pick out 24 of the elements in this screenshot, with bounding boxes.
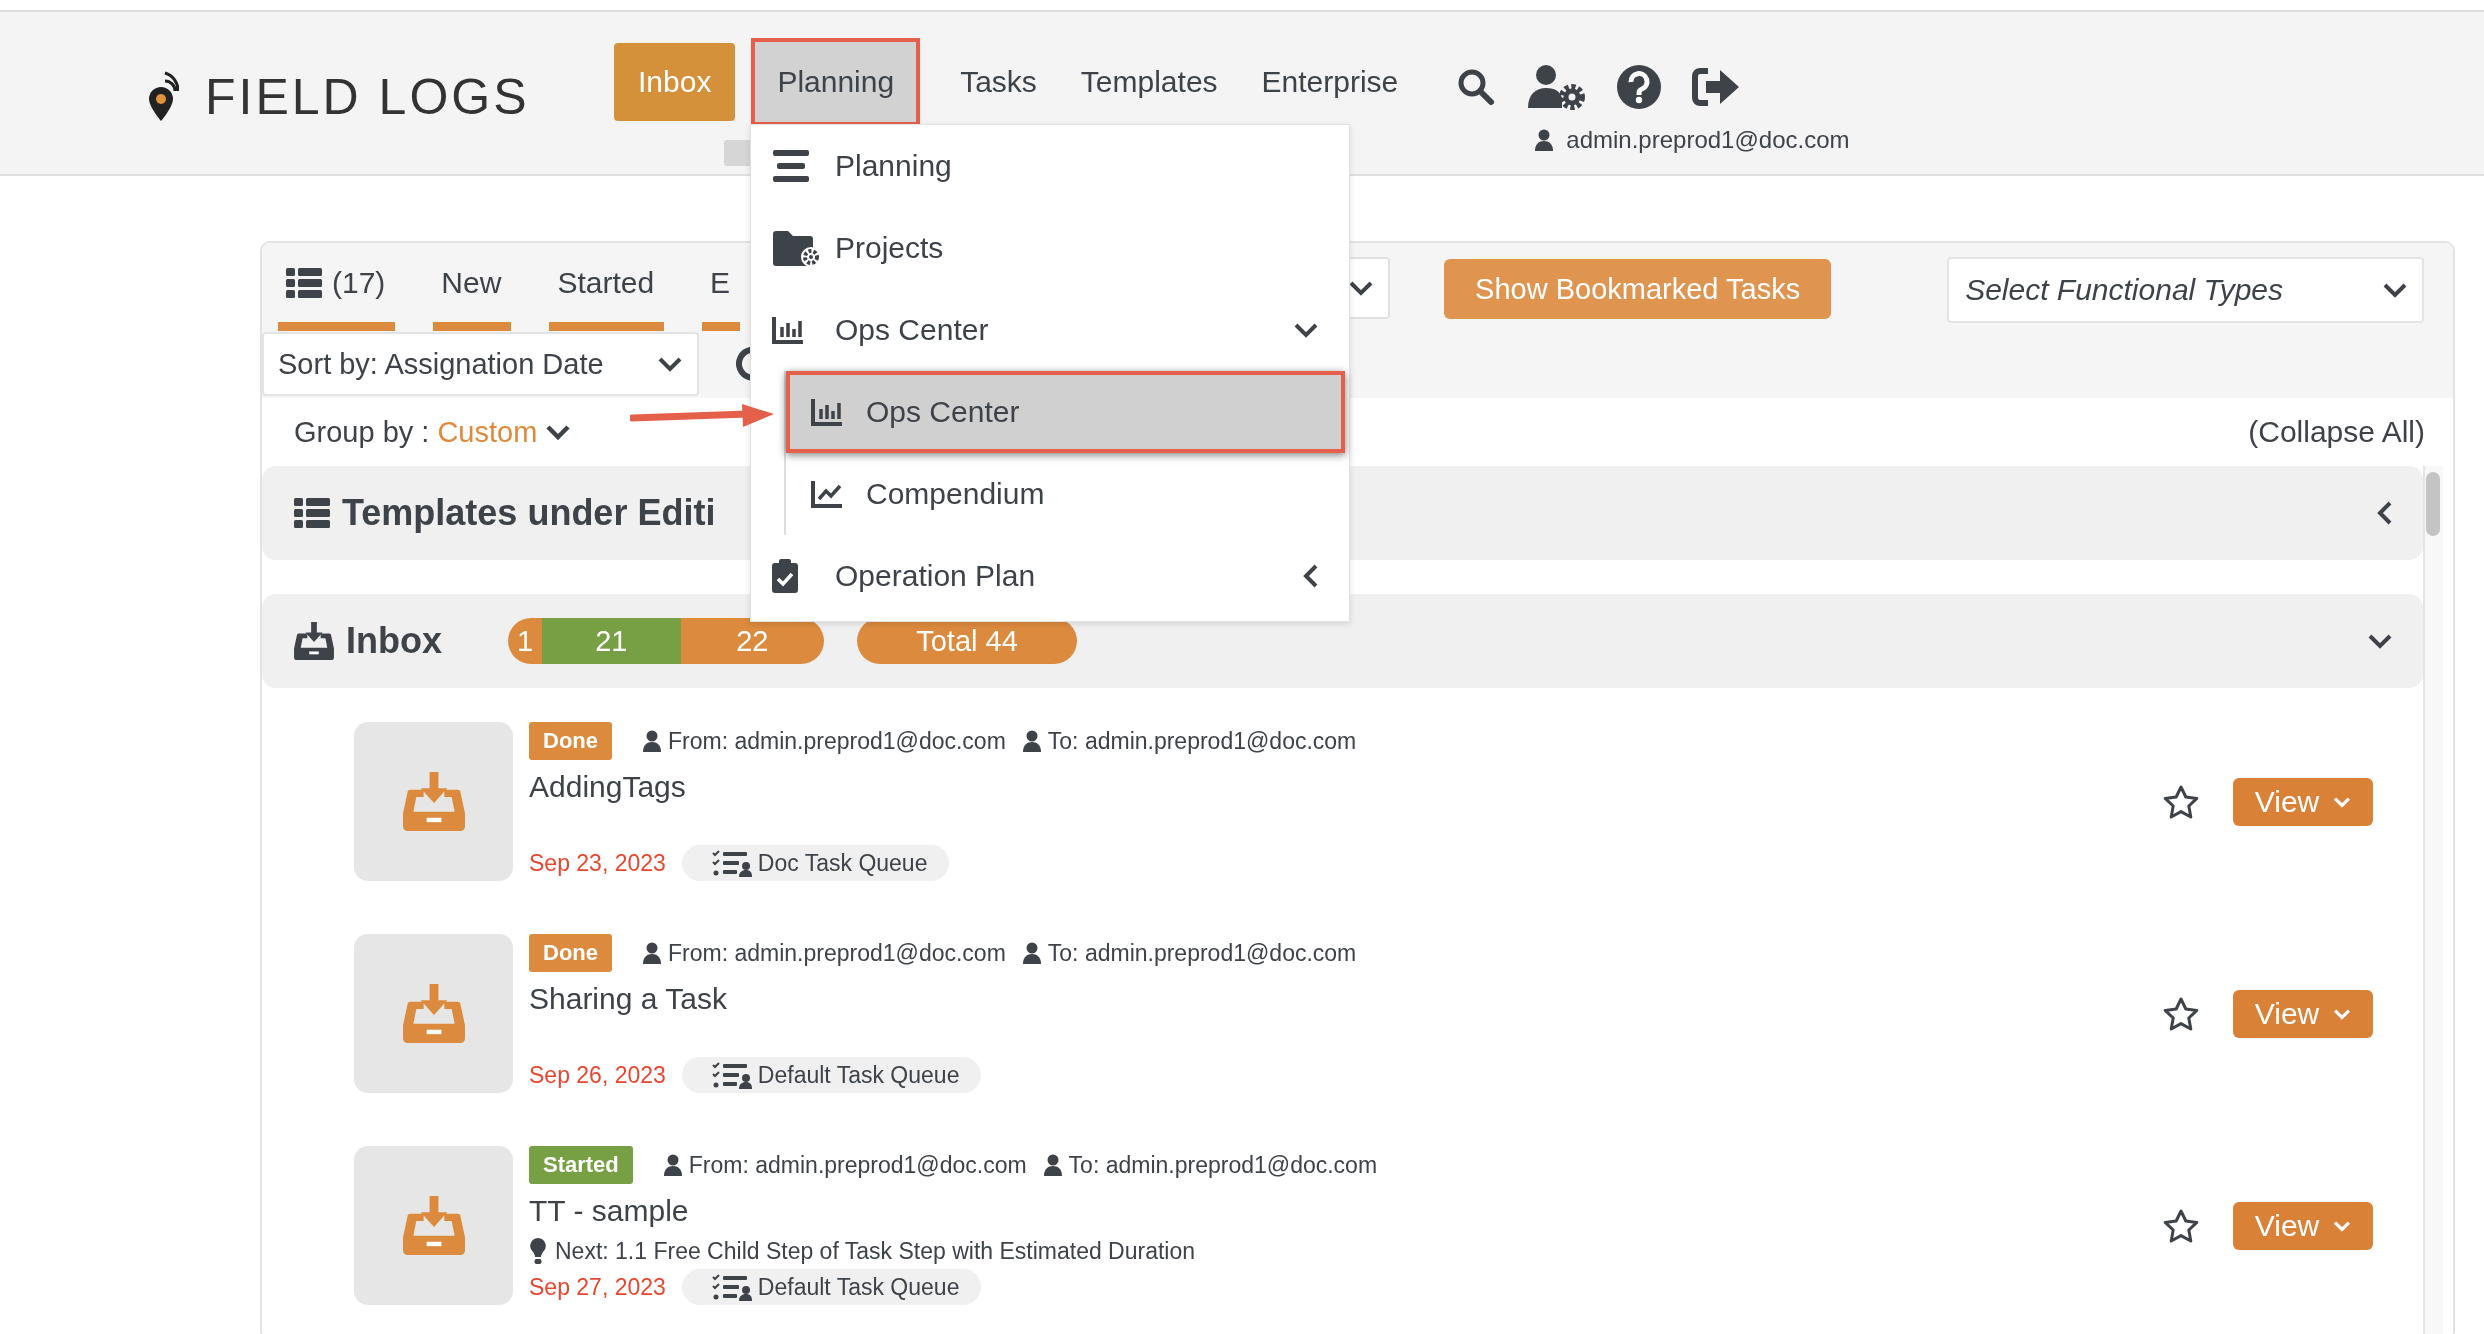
- status-badge: Done: [529, 722, 612, 760]
- sender-text: From: admin.preprod1@doc.com: [668, 939, 1006, 967]
- status-badge: Started: [529, 1146, 633, 1184]
- logo-text: FIELD LOGS: [205, 68, 530, 126]
- due-date: Sep 26, 2023: [529, 1061, 666, 1089]
- section-title: Templates under Editi: [342, 492, 716, 534]
- due-date: Sep 23, 2023: [529, 849, 666, 877]
- section-title: Inbox: [346, 620, 442, 662]
- queue-name: Default Task Queue: [757, 1273, 960, 1301]
- recipient-text: To: admin.preprod1@doc.com: [1047, 727, 1357, 755]
- recipient-text: To: admin.preprod1@doc.com: [1047, 939, 1357, 967]
- status-badge: Done: [529, 934, 612, 972]
- sender-text: From: admin.preprod1@doc.com: [688, 1151, 1027, 1179]
- next-step-text: Next: 1.1 Free Child Step of Task Step with Estimated Duration: [555, 1237, 1196, 1265]
- queue-name: Doc Task Queue: [757, 849, 928, 877]
- user-email: admin.preprod1@doc.com: [1566, 126, 1850, 154]
- group-by-label: Group by :: [294, 415, 430, 449]
- recipient-text: To: admin.preprod1@doc.com: [1068, 1151, 1378, 1179]
- due-date: Sep 27, 2023: [529, 1273, 666, 1301]
- count-segment: 22: [680, 618, 824, 664]
- count-segment: 21: [541, 618, 681, 664]
- queue-name: Default Task Queue: [757, 1061, 960, 1089]
- sender-text: From: admin.preprod1@doc.com: [668, 727, 1006, 755]
- count-segment: 1: [508, 618, 542, 664]
